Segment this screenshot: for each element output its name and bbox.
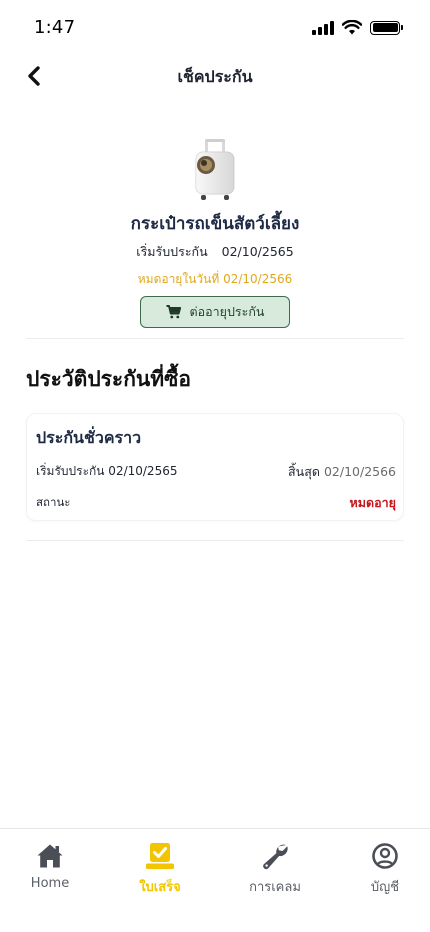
page-title: เช็คประกัน xyxy=(177,67,253,86)
status-bar: 1:47 xyxy=(0,0,430,56)
status-time: 1:47 xyxy=(34,17,76,38)
battery-icon xyxy=(370,20,403,35)
coverage-start-date: 02/10/2565 xyxy=(221,244,294,259)
divider xyxy=(26,540,404,541)
renew-button-label: ต่ออายุประกัน xyxy=(189,304,265,319)
tab-home-label: Home xyxy=(30,876,70,891)
product-summary: กระเป๋ารถเข็นสัตว์เลี้ยง เริ่มรับประกัน 0… xyxy=(0,138,430,328)
tab-account-label: บัญชี xyxy=(370,880,400,895)
policy-end: สิ้นสุด 02/10/2566 xyxy=(288,462,396,482)
nav-header: เช็คประกัน xyxy=(0,56,430,96)
history-section-title: ประวัติประกันที่ซื้อ xyxy=(26,367,191,391)
policy-status-label: สถานะ xyxy=(36,495,71,509)
wifi-icon xyxy=(342,20,362,35)
bottom-tab-bar: Home ใบเสร็จ การเคลม บัญชี xyxy=(0,828,430,932)
home-icon xyxy=(37,844,63,868)
receipt-check-icon xyxy=(146,843,174,869)
divider xyxy=(26,338,404,339)
tab-claims-label: การเคลม xyxy=(249,880,301,895)
user-circle-icon xyxy=(372,843,398,869)
expiry-notice: หมดอายุในวันที่ 02/10/2566 xyxy=(137,272,293,286)
history-card[interactable]: ประกันชั่วคราว เริ่มรับประกัน 02/10/2565… xyxy=(26,413,404,521)
wrench-icon xyxy=(263,844,288,870)
status-icons xyxy=(312,20,403,35)
renew-insurance-button[interactable]: ต่ออายุประกัน xyxy=(140,296,290,328)
policy-start: เริ่มรับประกัน 02/10/2565 xyxy=(36,464,178,478)
tab-receipts-label: ใบเสร็จ xyxy=(139,880,181,895)
product-name: กระเป๋ารถเข็นสัตว์เลี้ยง xyxy=(130,214,300,234)
product-image xyxy=(185,138,245,202)
coverage-start: เริ่มรับประกัน 02/10/2565 xyxy=(0,242,430,262)
tab-claims[interactable]: การเคลม xyxy=(230,841,320,897)
tab-home[interactable]: Home xyxy=(5,841,95,891)
policy-end-date: 02/10/2566 xyxy=(323,464,396,479)
tab-account[interactable]: บัญชี xyxy=(340,841,430,897)
tab-receipts[interactable]: ใบเสร็จ xyxy=(115,841,205,897)
policy-status-value: หมดอายุ xyxy=(349,495,396,510)
cart-icon xyxy=(166,305,181,319)
policy-name: ประกันชั่วคราว xyxy=(36,428,142,447)
cellular-signal-icon xyxy=(312,20,334,35)
policy-end-label: สิ้นสุด xyxy=(288,464,320,479)
coverage-start-label: เริ่มรับประกัน xyxy=(136,244,208,259)
